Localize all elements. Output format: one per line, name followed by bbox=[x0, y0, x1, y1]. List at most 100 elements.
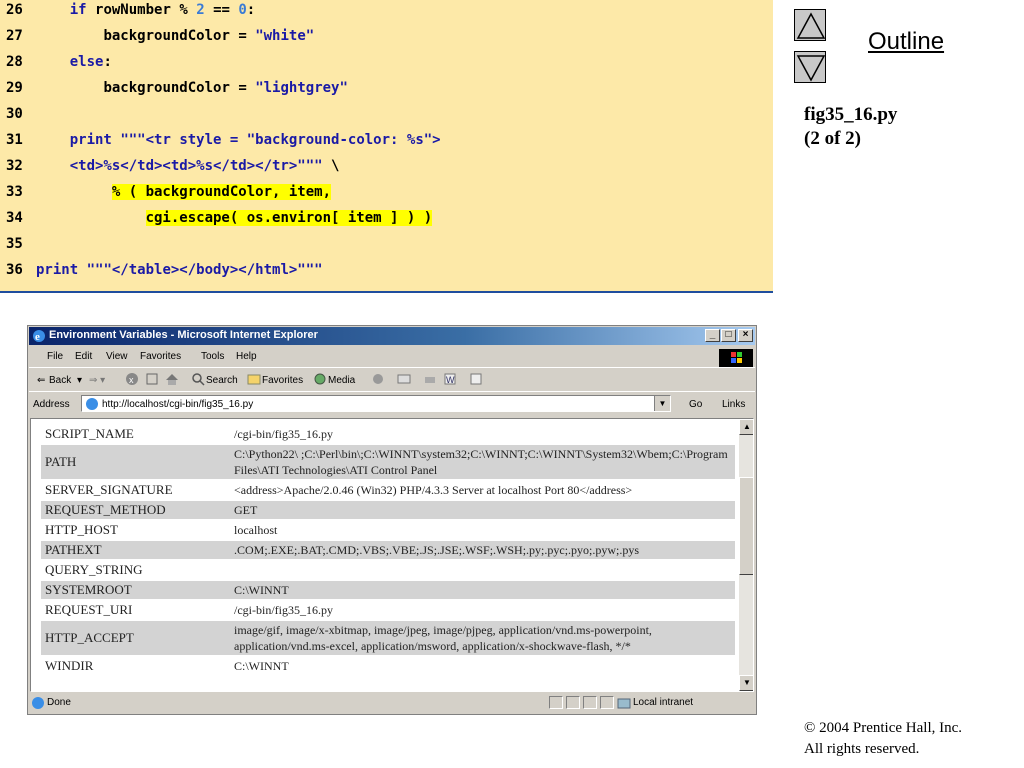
windows-logo-icon bbox=[719, 349, 753, 367]
line-number: 36 bbox=[6, 262, 23, 278]
file-label: fig35_16.py (2 of 2) bbox=[804, 103, 897, 151]
svg-text:W: W bbox=[446, 375, 455, 385]
next-slide-button[interactable] bbox=[794, 51, 826, 83]
security-zone: Local intranet bbox=[633, 697, 694, 708]
history-icon[interactable] bbox=[371, 372, 385, 386]
line-number: 29 bbox=[6, 80, 23, 96]
env-value: image/gif, image/x-xbitmap, image/jpeg, … bbox=[230, 621, 735, 655]
env-value bbox=[230, 561, 735, 579]
code-line: 27 backgroundColor = "white" bbox=[0, 26, 773, 52]
edit-icon[interactable]: W bbox=[443, 372, 457, 386]
stop-icon[interactable]: x bbox=[125, 372, 139, 386]
address-input[interactable]: http://localhost/cgi-bin/fig35_16.py ▼ bbox=[81, 395, 671, 412]
env-key: SYSTEMROOT bbox=[41, 581, 230, 599]
svg-text:e: e bbox=[35, 331, 40, 343]
menu-favorites[interactable]: Favorites bbox=[140, 351, 181, 362]
env-key: PATH bbox=[41, 445, 230, 479]
minimize-button[interactable]: _ bbox=[705, 329, 720, 342]
code-line: 29 backgroundColor = "lightgrey" bbox=[0, 78, 773, 104]
code-line: 31 print """<tr style = "background-colo… bbox=[0, 130, 773, 156]
print-icon[interactable] bbox=[423, 372, 437, 386]
status-text: Done bbox=[47, 697, 71, 708]
address-dropdown-icon[interactable]: ▼ bbox=[654, 396, 670, 411]
code-text: cgi.escape( os.environ[ item ] ) ) bbox=[145, 210, 433, 226]
menu-help[interactable]: Help bbox=[236, 351, 257, 362]
env-value: /cgi-bin/fig35_16.py bbox=[234, 427, 333, 441]
status-pane bbox=[549, 696, 563, 709]
title-bar[interactable]: e Environment Variables - Microsoft Inte… bbox=[29, 327, 755, 345]
ie-logo-icon: e bbox=[33, 330, 45, 343]
code-listing: 26 if rowNumber % 2 == 0: 27 backgroundC… bbox=[0, 0, 773, 293]
table-row: REQUEST_URI/cgi-bin/fig35_16.py bbox=[41, 601, 735, 619]
code-text: if rowNumber % 2 == 0: bbox=[69, 2, 256, 18]
favorites-button[interactable]: Favorites bbox=[262, 375, 303, 386]
search-button[interactable]: Search bbox=[206, 375, 238, 386]
close-button[interactable]: × bbox=[738, 329, 753, 342]
line-number: 32 bbox=[6, 158, 23, 174]
env-key: WINDIR bbox=[45, 658, 94, 673]
refresh-icon[interactable] bbox=[145, 372, 159, 386]
go-button[interactable]: Go bbox=[689, 399, 702, 410]
code-line: 32 <td>%s</td><td>%s</td></tr>""" \ bbox=[0, 156, 773, 182]
vertical-scrollbar[interactable]: ▲ ▼ bbox=[739, 419, 753, 691]
table-row: QUERY_STRING bbox=[41, 561, 735, 579]
maximize-button[interactable]: □ bbox=[721, 329, 736, 342]
favorites-icon bbox=[247, 374, 261, 385]
media-icon bbox=[314, 373, 326, 385]
back-arrow-icon: ⇐ bbox=[37, 375, 46, 386]
env-table: SCRIPT_NAME/cgi-bin/fig35_16.py PATH C:\Py… bbox=[41, 423, 735, 677]
env-key: HTTP_ACCEPT bbox=[41, 621, 230, 655]
back-button[interactable]: Back bbox=[49, 375, 71, 386]
scroll-down-button[interactable]: ▼ bbox=[739, 675, 753, 691]
code-text: <td>%s</td><td>%s</td></tr>""" \ bbox=[69, 158, 340, 174]
address-bar: Address http://localhost/cgi-bin/fig35_1… bbox=[29, 393, 755, 415]
menu-file[interactable]: File bbox=[47, 351, 63, 362]
forward-button[interactable]: ⇒ ▾ bbox=[89, 375, 105, 386]
table-row: SERVER_SIGNATURE <address>Apache/2.0.46 (… bbox=[41, 481, 735, 499]
code-text: backgroundColor = "white" bbox=[103, 28, 315, 44]
code-line: 36 print """</table></body></html>""" bbox=[0, 260, 773, 286]
code-line: 35 bbox=[0, 234, 773, 260]
code-line: 26 if rowNumber % 2 == 0: bbox=[0, 0, 773, 26]
scroll-up-button[interactable]: ▲ bbox=[739, 419, 753, 435]
env-key: REQUEST_URI bbox=[45, 602, 133, 617]
code-line: 34 cgi.escape( os.environ[ item ] ) ) bbox=[0, 208, 773, 234]
env-value: localhost bbox=[234, 523, 278, 537]
code-line: 33 % ( backgroundColor, item, bbox=[0, 182, 773, 208]
media-button[interactable]: Media bbox=[328, 375, 355, 386]
line-number: 26 bbox=[6, 2, 23, 18]
links-button[interactable]: Links bbox=[722, 399, 745, 410]
line-number: 31 bbox=[6, 132, 23, 148]
table-row: SCRIPT_NAME/cgi-bin/fig35_16.py bbox=[41, 425, 735, 443]
table-row: REQUEST_METHOD GET bbox=[41, 501, 735, 519]
mail-icon[interactable] bbox=[397, 372, 411, 386]
menu-edit[interactable]: Edit bbox=[75, 351, 92, 362]
file-name: fig35_16.py bbox=[804, 104, 898, 125]
previous-slide-button[interactable] bbox=[794, 9, 826, 41]
env-value: C:\WINNT bbox=[230, 581, 735, 599]
done-page-icon bbox=[32, 697, 44, 709]
menu-view[interactable]: View bbox=[106, 351, 128, 362]
code-line: 30 bbox=[0, 104, 773, 130]
home-icon[interactable] bbox=[165, 372, 179, 386]
code-text: backgroundColor = "lightgrey" bbox=[103, 80, 348, 96]
env-key: HTTP_HOST bbox=[45, 522, 118, 537]
window-title: Environment Variables - Microsoft Intern… bbox=[49, 329, 318, 341]
address-value: http://localhost/cgi-bin/fig35_16.py bbox=[102, 399, 254, 410]
env-value: GET bbox=[230, 501, 735, 519]
search-icon bbox=[192, 373, 205, 386]
line-number: 30 bbox=[6, 106, 23, 122]
env-value: C:\Python22\ ;C:\Perl\bin\;C:\WINNT\syst… bbox=[230, 445, 735, 479]
table-row: PATHEXT .COM;.EXE;.BAT;.CMD;.VBS;.VBE;.JS… bbox=[41, 541, 735, 559]
code-text: print """</table></body></html>""" bbox=[36, 262, 323, 278]
copyright-text: © 2004 Prentice Hall, Inc. bbox=[804, 720, 963, 736]
outline-link[interactable]: Outline bbox=[868, 28, 944, 56]
discuss-icon[interactable] bbox=[469, 372, 483, 386]
status-pane bbox=[583, 696, 597, 709]
table-row: PATH C:\Python22\ ;C:\Perl\bin\;C:\WINNT\… bbox=[41, 445, 735, 479]
code-text: print """<tr style = "background-color: … bbox=[69, 132, 441, 148]
menu-tools[interactable]: Tools bbox=[201, 351, 224, 362]
env-key: REQUEST_METHOD bbox=[41, 501, 230, 519]
scroll-thumb[interactable] bbox=[739, 477, 753, 575]
back-dropdown-icon[interactable]: ▾ bbox=[77, 375, 82, 386]
